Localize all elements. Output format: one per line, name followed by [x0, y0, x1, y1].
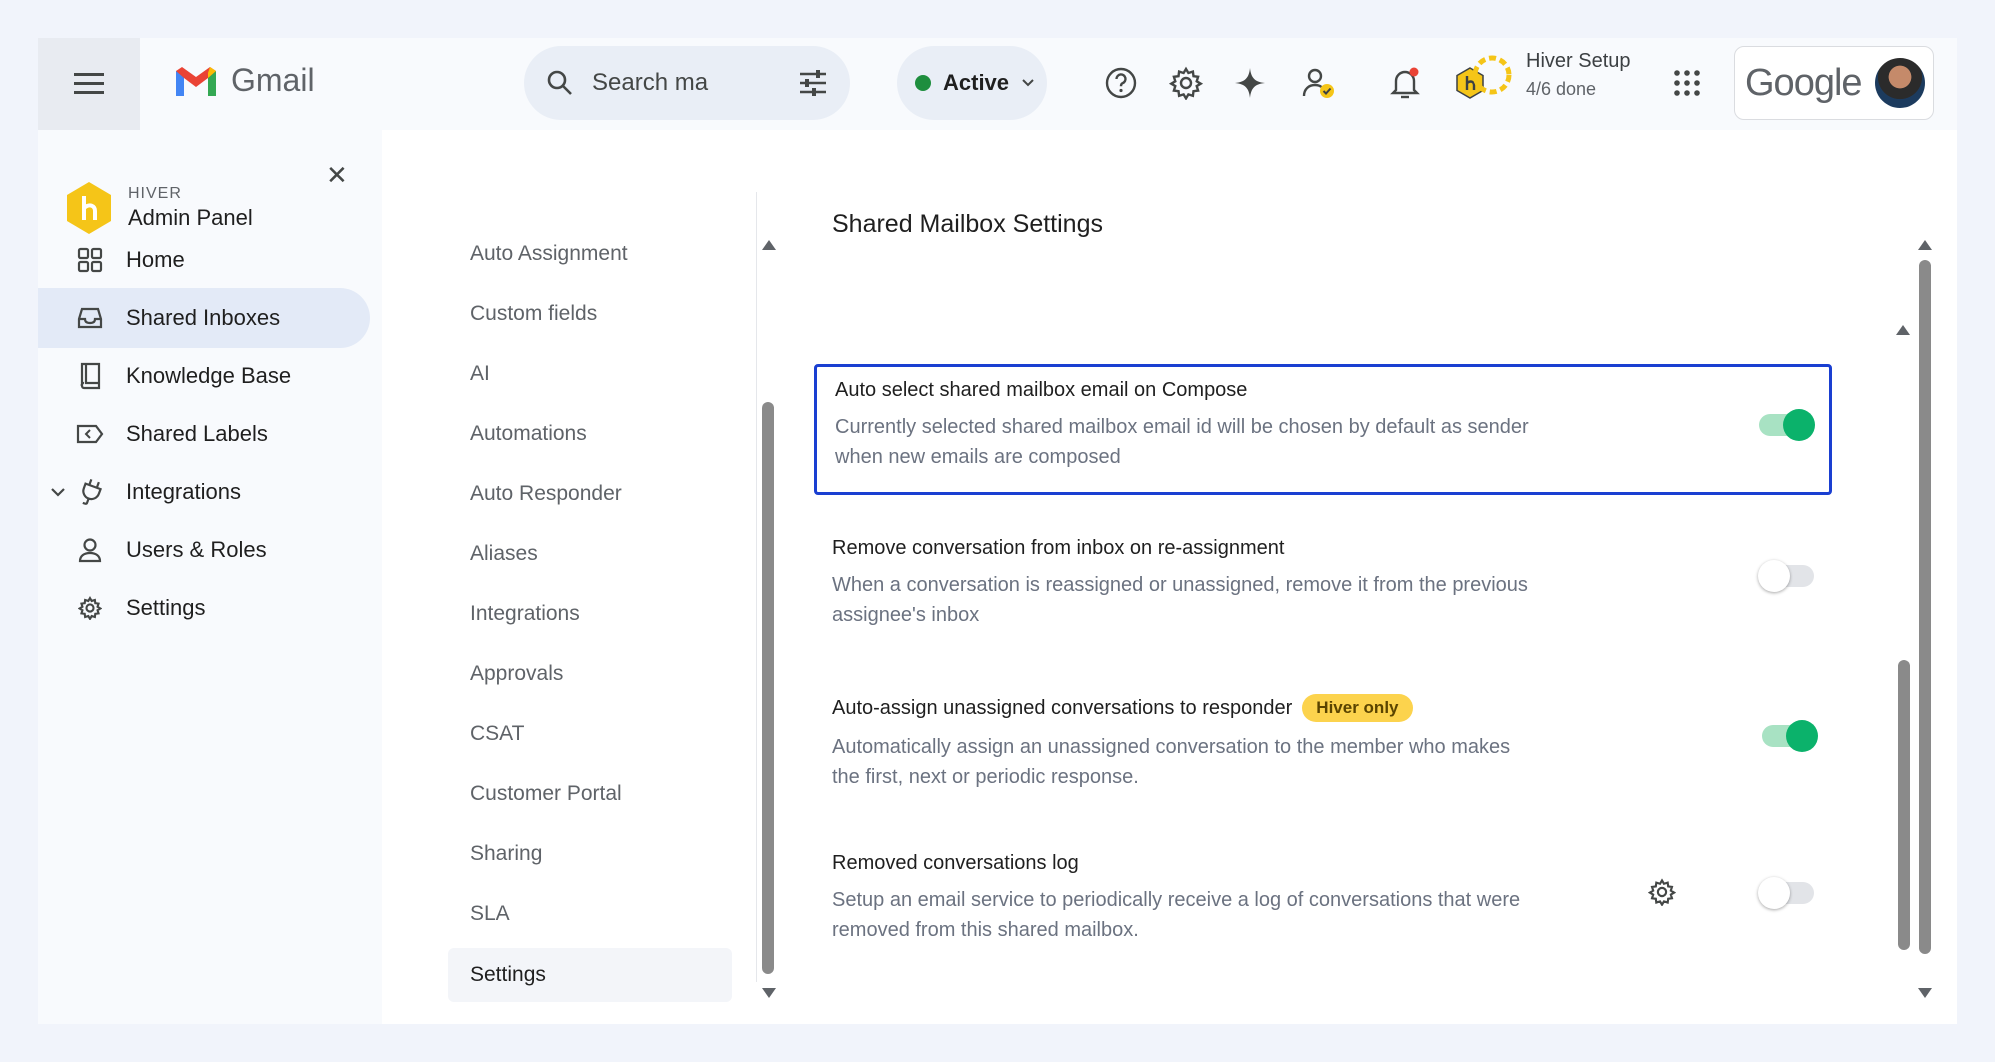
help-icon[interactable] — [1098, 60, 1144, 106]
google-account-button[interactable]: Google — [1734, 46, 1934, 120]
setting-title: Remove conversation from inbox on re-ass… — [832, 537, 1285, 559]
setting-auto-select-mailbox: Auto select shared mailbox email on Comp… — [814, 364, 1832, 495]
setting-description: Automatically assign an unassigned conve… — [832, 736, 1511, 788]
hiver-only-badge: Hiver only — [1302, 694, 1413, 722]
inbox-icon — [76, 304, 104, 332]
submenu-sharing[interactable]: Sharing — [470, 842, 542, 866]
setting-title: Auto-assign unassigned conversations to … — [832, 696, 1293, 719]
label-icon — [76, 420, 104, 448]
nav-item-label: Users & Roles — [126, 537, 267, 562]
outer-scroll-down-arrow-icon[interactable] — [1918, 988, 1932, 998]
nav-item-settings[interactable]: Settings — [38, 578, 370, 638]
nav-item-knowledge-base[interactable]: Knowledge Base — [38, 346, 370, 406]
nav-item-label: Shared Labels — [126, 421, 268, 446]
nav-item-shared-inboxes[interactable]: Shared Inboxes — [38, 288, 370, 348]
gmail-logo[interactable]: Gmail — [173, 62, 315, 99]
chevron-down-icon[interactable] — [50, 486, 66, 498]
submenu-integrations[interactable]: Integrations — [470, 602, 580, 626]
book-icon — [76, 362, 104, 390]
log-settings-gear-icon[interactable] — [1647, 878, 1677, 911]
apps-grid-icon[interactable] — [1664, 60, 1710, 106]
bell-icon[interactable] — [1382, 60, 1428, 106]
submenu-auto-responder[interactable]: Auto Responder — [470, 482, 622, 506]
nav-item-label: Home — [126, 247, 185, 272]
app-window: Gmail Search ma Active Hiver Setup 4/6 d… — [38, 38, 1957, 1024]
scroll-down-arrow-icon[interactable] — [762, 988, 776, 998]
submenu-auto-assignment[interactable]: Auto Assignment — [470, 242, 628, 266]
scroll-up-arrow-icon[interactable] — [762, 240, 776, 250]
hiver-logo-icon — [67, 182, 111, 234]
nav-item-label: Settings — [126, 595, 206, 620]
brand-small-label: HIVER — [128, 185, 182, 202]
setting-title: Auto select shared mailbox email on Comp… — [835, 379, 1248, 401]
page-title: Shared Mailbox Settings — [832, 210, 1103, 238]
outer-scroll-up-arrow-icon[interactable] — [1918, 240, 1932, 250]
hiver-setup-progress[interactable]: Hiver Setup 4/6 done — [1470, 50, 1631, 100]
nav-item-label: Shared Inboxes — [126, 305, 281, 330]
gear-icon — [76, 594, 104, 622]
setup-title: Hiver Setup — [1526, 50, 1631, 72]
submenu-approvals[interactable]: Approvals — [470, 662, 563, 686]
gmail-m-icon — [176, 66, 216, 96]
submenu-aliases[interactable]: Aliases — [470, 542, 538, 566]
setting-title: Removed conversations log — [832, 852, 1079, 874]
settings-panel: Auto Assignment Custom fields AI Automat… — [382, 130, 1957, 1024]
submenu-automations[interactable]: Automations — [470, 422, 587, 446]
auto-select-toggle[interactable] — [1759, 409, 1815, 441]
status-dropdown[interactable]: Active — [897, 46, 1047, 120]
search-input[interactable]: Search ma — [592, 69, 798, 97]
plug-icon — [76, 478, 104, 506]
submenu-csat[interactable]: CSAT — [470, 722, 524, 746]
nav-item-label: Integrations — [126, 479, 241, 504]
user-icon — [76, 536, 104, 564]
avatar[interactable] — [1875, 58, 1925, 108]
remove-reassignment-toggle[interactable] — [1758, 560, 1814, 592]
inner-scroll-up-arrow-icon[interactable] — [1896, 325, 1910, 335]
setting-description: Currently selected shared mailbox email … — [835, 416, 1529, 468]
sparkle-icon[interactable] — [1227, 60, 1273, 106]
settings-gear-icon[interactable] — [1163, 60, 1209, 106]
setup-progress-ring-icon — [1472, 55, 1512, 95]
submenu-divider — [756, 192, 757, 982]
auto-assign-toggle[interactable] — [1762, 720, 1818, 752]
nav-item-home[interactable]: Home — [38, 230, 370, 290]
submenu-sla[interactable]: SLA — [470, 902, 510, 926]
hamburger-icon — [74, 73, 104, 94]
google-wordmark: Google — [1745, 61, 1863, 104]
nav-item-shared-labels[interactable]: Shared Labels — [38, 404, 370, 464]
gmail-wordmark: Gmail — [231, 62, 315, 98]
hiver-brand: HIVER Admin Panel — [64, 180, 253, 236]
setup-progress-text: 4/6 done — [1526, 79, 1597, 99]
chevron-down-icon — [1022, 79, 1034, 87]
setting-remove-on-reassignment: Remove conversation from inbox on re-ass… — [814, 525, 1832, 656]
grid-icon — [76, 246, 104, 274]
search-bar[interactable]: Search ma — [524, 46, 850, 120]
setting-description: When a conversation is reassigned or una… — [832, 574, 1528, 626]
submenu-ai[interactable]: AI — [470, 362, 490, 386]
nav-item-users-roles[interactable]: Users & Roles — [38, 520, 370, 580]
setting-description: Setup an email service to periodically r… — [832, 889, 1521, 941]
main-menu-button[interactable] — [38, 38, 140, 130]
outer-scrollbar[interactable] — [1919, 260, 1931, 954]
submenu-customer-portal[interactable]: Customer Portal — [470, 782, 622, 806]
submenu-custom-fields[interactable]: Custom fields — [470, 302, 597, 326]
admin-sidebar: HIVER Admin Panel ✕ Home Shared Inboxes … — [38, 130, 382, 1024]
inner-scrollbar[interactable] — [1898, 660, 1910, 950]
close-icon[interactable]: ✕ — [326, 160, 348, 191]
user-status-icon[interactable] — [1296, 60, 1342, 106]
search-options-icon[interactable] — [798, 70, 828, 96]
removed-log-toggle[interactable] — [1758, 877, 1814, 909]
status-dot — [915, 75, 931, 91]
submenu-settings[interactable]: Settings — [448, 948, 732, 1002]
setting-auto-assign-responder: Auto-assign unassigned conversations to … — [814, 682, 1832, 813]
submenu-scrollbar[interactable] — [762, 402, 774, 974]
nav-item-integrations[interactable]: Integrations — [38, 462, 370, 522]
setting-removed-log: Removed conversations log Setup an email… — [814, 840, 1832, 971]
setting-title-row: Auto-assign unassigned conversations to … — [832, 694, 1814, 722]
nav-item-label: Knowledge Base — [126, 363, 292, 388]
search-icon — [547, 70, 572, 95]
status-label: Active — [943, 70, 1010, 95]
brand-title: Admin Panel — [128, 205, 253, 230]
